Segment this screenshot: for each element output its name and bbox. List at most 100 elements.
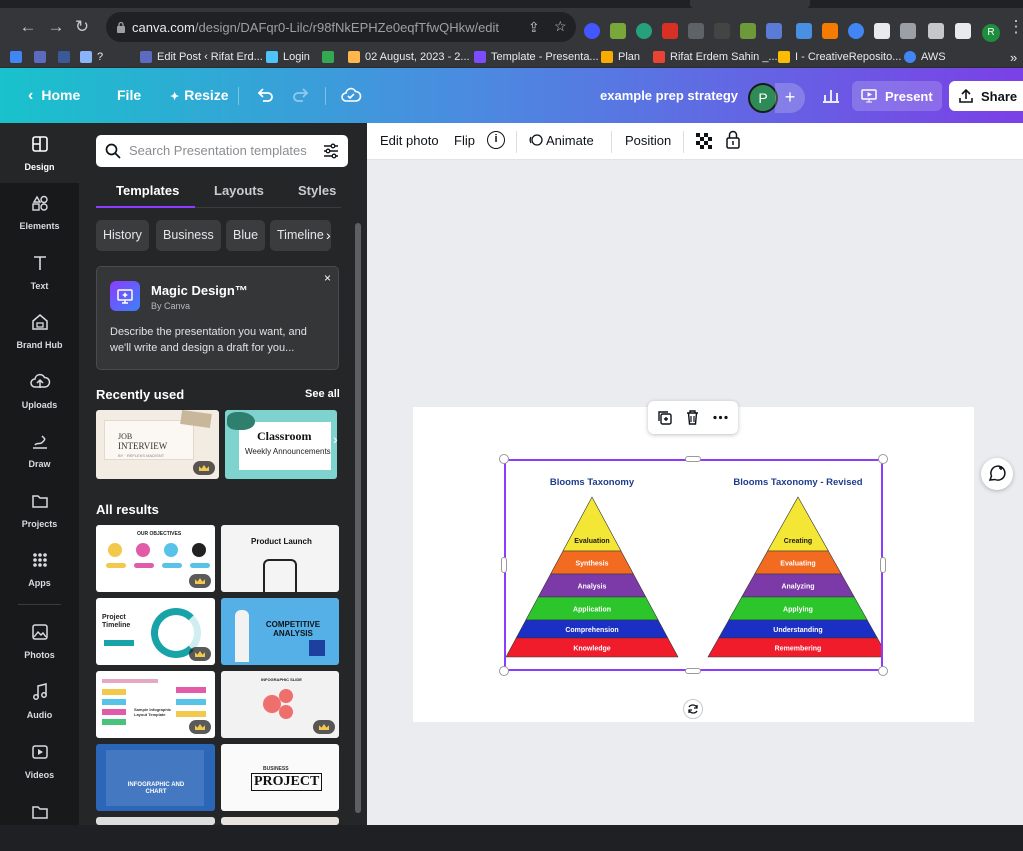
forward-arrow-icon[interactable]: → <box>46 17 66 37</box>
more-menu-icon[interactable]: ⋮ <box>1006 17 1023 37</box>
extension-icon[interactable] <box>584 23 600 39</box>
collaborator-avatar[interactable]: P <box>748 83 778 113</box>
scrollbar-thumb[interactable] <box>355 223 361 813</box>
bookmark-item[interactable] <box>58 49 70 65</box>
template-thumbnail[interactable]: Classroom Weekly Announcements <box>225 410 337 479</box>
bookmark-item[interactable]: Rifat Erdem Sahin _... <box>653 49 778 65</box>
chevron-right-icon[interactable]: › <box>333 431 347 457</box>
animate-button[interactable]: Animate <box>529 133 594 148</box>
resize-handle-top-right[interactable] <box>878 454 888 464</box>
bookmark-item[interactable]: Login <box>266 49 310 65</box>
rail-item-videos[interactable]: Videos <box>0 731 79 791</box>
extension-icon[interactable] <box>740 23 756 39</box>
template-thumbnail[interactable]: JOB INTERVIEW BY · REFLEKS MADISNT <box>96 410 219 479</box>
extension-icon[interactable] <box>796 23 812 39</box>
template-thumbnail[interactable] <box>221 817 339 825</box>
extension-icon[interactable] <box>822 23 838 39</box>
trash-icon[interactable] <box>684 409 701 426</box>
template-thumbnail[interactable]: OUR OBJECTIVES <box>96 525 215 592</box>
canvas-workspace[interactable]: Blooms Taxonomy Blooms Taxonomy - Revise… <box>367 160 1023 825</box>
profile-avatar[interactable]: R <box>982 24 1000 42</box>
add-comment-button[interactable] <box>981 458 1013 490</box>
info-icon[interactable]: i <box>487 131 505 149</box>
resize-handle-bottom-right[interactable] <box>878 666 888 676</box>
template-thumbnail[interactable]: COMPETITIVE ANALYSIS <box>221 598 339 665</box>
template-search-input[interactable]: Search Presentation templates <box>96 135 348 167</box>
filter-chip-business[interactable]: Business <box>156 220 221 251</box>
bookmark-item[interactable]: Template - Presenta... <box>474 49 599 65</box>
reload-icon[interactable]: ↻ <box>72 17 92 37</box>
resize-button[interactable]: ✦ Resize <box>170 68 229 123</box>
extension-icon[interactable] <box>662 23 678 39</box>
rail-item-brand-hub[interactable]: Brand Hub <box>0 301 79 361</box>
template-thumbnail[interactable]: BUSINESS PROJECT <box>221 744 339 811</box>
more-options-icon[interactable] <box>712 409 729 426</box>
template-thumbnail[interactable]: Product Launch <box>221 525 339 592</box>
extension-icon[interactable] <box>688 23 704 39</box>
extension-icon[interactable] <box>848 23 864 39</box>
lock-icon[interactable] <box>725 130 741 150</box>
extension-icon[interactable] <box>766 23 782 39</box>
flip-button[interactable]: Flip <box>454 133 475 148</box>
selected-image-element[interactable]: Blooms Taxonomy Blooms Taxonomy - Revise… <box>504 459 889 671</box>
bookmark-item[interactable]: Edit Post ‹ Rifat Erd... <box>140 49 263 65</box>
bookmark-item[interactable]: 02 August, 2023 - 2... <box>348 49 470 65</box>
bookmark-item[interactable] <box>34 49 46 65</box>
filter-sliders-icon[interactable] <box>322 142 340 160</box>
share-page-icon[interactable]: ⇪ <box>528 19 540 36</box>
rail-item-folder[interactable] <box>0 791 79 851</box>
active-browser-tab[interactable] <box>690 0 810 8</box>
chevron-right-icon[interactable]: › <box>326 220 341 251</box>
rail-item-photos[interactable]: Photos <box>0 611 79 671</box>
template-thumbnail[interactable]: Sample Infographic Layout Template <box>96 671 215 738</box>
share-button[interactable]: Share <box>949 81 1023 111</box>
duplicate-icon[interactable] <box>656 409 673 426</box>
rail-item-audio[interactable]: Audio <box>0 671 79 731</box>
rail-item-design[interactable]: Design <box>0 123 79 183</box>
extension-icon[interactable] <box>636 23 652 39</box>
puzzle-icon[interactable] <box>874 23 890 39</box>
template-thumbnail[interactable]: Project Timeline <box>96 598 215 665</box>
design-title[interactable]: example prep strategy <box>600 68 738 123</box>
tab-templates[interactable]: Templates <box>116 183 179 198</box>
insights-chart-icon[interactable] <box>817 82 845 110</box>
home-button[interactable]: ‹ Home <box>28 68 80 123</box>
rail-item-uploads[interactable]: Uploads <box>0 361 79 421</box>
bookmarks-overflow-icon[interactable]: » <box>1010 49 1017 65</box>
file-menu-button[interactable]: File <box>117 68 141 123</box>
rail-item-text[interactable]: Text <box>0 242 79 302</box>
cloud-saved-icon[interactable] <box>340 85 362 107</box>
filter-chip-timeline[interactable]: Timeline <box>270 220 331 251</box>
position-button[interactable]: Position <box>625 133 671 148</box>
back-arrow-icon[interactable]: ← <box>18 17 38 37</box>
template-thumbnail[interactable]: INFOGRAPHIC SLIDE <box>221 671 339 738</box>
undo-icon[interactable] <box>254 85 276 107</box>
side-panel-icon[interactable] <box>955 23 971 39</box>
bookmark-item[interactable]: AWS <box>904 49 946 65</box>
template-thumbnail[interactable]: INFOGRAPHIC AND CHART <box>96 744 215 811</box>
address-bar[interactable]: canva.com/design/DAFqr0-Lilc/r98fNkEPHZe… <box>106 12 576 42</box>
resize-handle-bottom-left[interactable] <box>499 666 509 676</box>
present-button[interactable]: Present <box>852 81 942 111</box>
tab-styles[interactable]: Styles <box>298 183 336 198</box>
close-icon[interactable]: × <box>324 271 331 285</box>
panel-scrollbar[interactable] <box>355 123 363 825</box>
rail-item-elements[interactable]: Elements <box>0 182 79 242</box>
bookmark-item[interactable]: ? <box>80 49 103 65</box>
resize-handle-left[interactable] <box>501 557 507 573</box>
filter-chip-history[interactable]: History <box>96 220 149 251</box>
extension-icon[interactable] <box>714 23 730 39</box>
add-collaborator-button[interactable]: + <box>775 83 805 113</box>
resize-handle-right[interactable] <box>880 557 886 573</box>
bookmark-item[interactable]: Plan <box>601 49 640 65</box>
edit-photo-button[interactable]: Edit photo <box>380 133 439 148</box>
resize-handle-top[interactable] <box>685 456 701 462</box>
transparency-icon[interactable] <box>696 133 713 150</box>
bookmark-item[interactable] <box>10 49 22 65</box>
bookmark-item[interactable] <box>322 49 339 65</box>
see-all-link[interactable]: See all <box>305 388 340 400</box>
resize-handle-bottom[interactable] <box>685 668 701 674</box>
reading-list-icon[interactable] <box>900 23 916 39</box>
tab-layouts[interactable]: Layouts <box>214 183 264 198</box>
rail-item-draw[interactable]: Draw <box>0 420 79 480</box>
